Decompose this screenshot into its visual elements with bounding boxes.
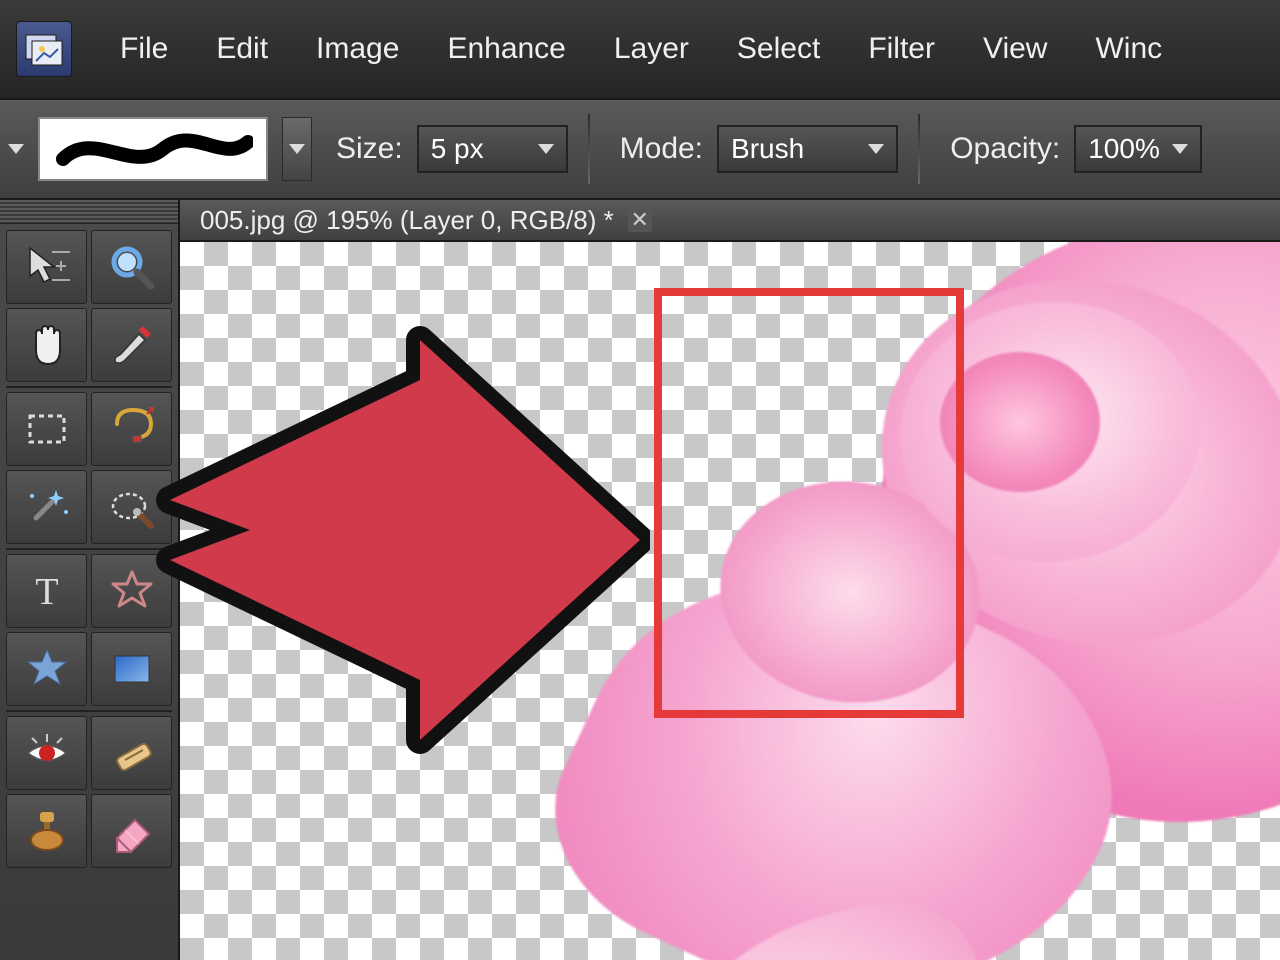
chevron-down-icon [868, 144, 884, 154]
mode-value: Brush [731, 133, 804, 165]
marquee-tool[interactable] [6, 392, 87, 466]
size-input[interactable]: 5 px [417, 125, 568, 173]
options-separator [918, 114, 920, 184]
document-tab-bar: 005.jpg @ 195% (Layer 0, RGB/8) * ✕ [180, 200, 1280, 242]
zoom-tool[interactable] [91, 230, 172, 304]
menu-window[interactable]: Winc [1095, 32, 1162, 66]
menu-select[interactable]: Select [737, 32, 820, 66]
menu-bar: File Edit Image Enhance Layer Select Fil… [0, 0, 1280, 100]
menu-image[interactable]: Image [316, 32, 399, 66]
chevron-down-icon [1172, 144, 1188, 154]
red-eye-tool[interactable] [6, 716, 87, 790]
clone-stamp-tool[interactable] [6, 794, 87, 868]
menu-layer[interactable]: Layer [614, 32, 689, 66]
annotation-arrow [130, 310, 650, 770]
mode-label: Mode: [620, 132, 703, 166]
menu-enhance[interactable]: Enhance [447, 32, 565, 66]
tool-preset-dropdown-icon[interactable] [8, 144, 24, 154]
opacity-input[interactable]: 100% [1074, 125, 1202, 173]
options-separator [588, 114, 590, 184]
size-value: 5 px [431, 133, 484, 165]
opacity-label: Opacity: [950, 132, 1060, 166]
palette-grip[interactable] [0, 200, 178, 224]
document-tab[interactable]: 005.jpg @ 195% (Layer 0, RGB/8) * ✕ [200, 205, 652, 236]
app-logo [16, 21, 72, 77]
menu-file[interactable]: File [120, 32, 168, 66]
menu-filter[interactable]: Filter [868, 32, 935, 66]
document-tab-title: 005.jpg @ 195% (Layer 0, RGB/8) * [200, 205, 614, 236]
eraser-tool[interactable] [91, 794, 172, 868]
hand-tool[interactable] [6, 308, 87, 382]
type-tool[interactable]: T [6, 554, 87, 628]
close-icon[interactable]: ✕ [628, 208, 652, 232]
opacity-value: 100% [1088, 133, 1160, 165]
options-bar: Size: 5 px Mode: Brush Opacity: 100% [0, 100, 1280, 200]
size-label: Size: [336, 132, 403, 166]
move-tool[interactable] [6, 230, 87, 304]
menu-view[interactable]: View [983, 32, 1047, 66]
chevron-down-icon [289, 144, 305, 154]
chevron-down-icon [538, 144, 554, 154]
annotation-highlight-box [654, 288, 964, 718]
brush-preview-dropdown[interactable] [282, 117, 312, 181]
shape-tool[interactable] [6, 632, 87, 706]
magic-wand-tool[interactable] [6, 470, 87, 544]
menu-edit[interactable]: Edit [216, 32, 268, 66]
mode-input[interactable]: Brush [717, 125, 898, 173]
brush-preview[interactable] [38, 117, 268, 181]
svg-text:T: T [35, 571, 58, 613]
